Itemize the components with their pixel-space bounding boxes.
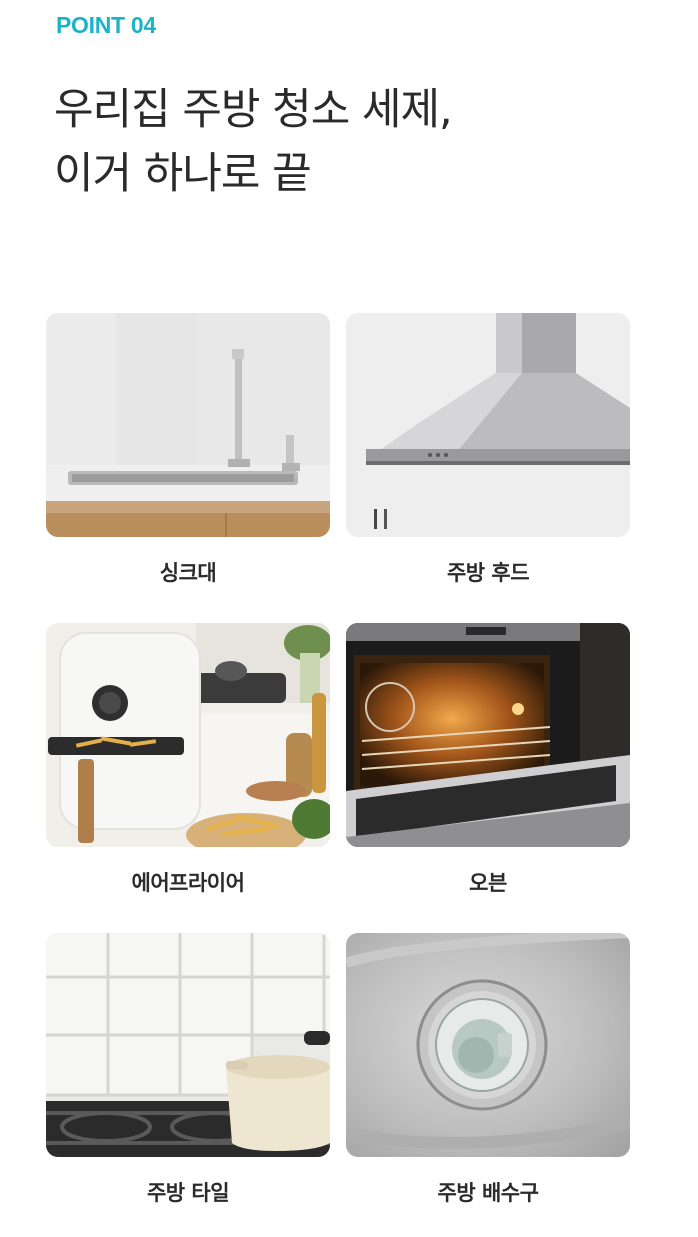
usage-label: 주방 타일 [146, 1181, 230, 1205]
kitchen-sink-photo [46, 313, 330, 537]
usage-label: 주방 후드 [446, 561, 530, 585]
usage-card-tile: 주방 타일 [46, 933, 330, 1207]
usage-label: 오븐 [469, 871, 507, 895]
range-hood-photo [346, 313, 630, 537]
usage-label: 에어프라이어 [131, 871, 245, 895]
oven-photo [346, 623, 630, 847]
usage-card-oven: 오븐 [346, 623, 630, 897]
usage-card-sink: 싱크대 [46, 313, 330, 587]
usage-card-hood: 주방 후드 [346, 313, 630, 587]
usage-label: 주방 배수구 [437, 1181, 539, 1205]
kitchen-tile-photo [46, 933, 330, 1157]
headline-line-1: 우리집 주방 청소 세제, [54, 85, 453, 135]
usage-label: 싱크대 [159, 561, 217, 585]
sink-drain-photo [346, 933, 630, 1157]
usage-card-drain: 주방 배수구 [346, 933, 630, 1207]
headline-line-2: 이거 하나로 끝 [54, 149, 312, 199]
section-eyebrow: POINT 04 [56, 12, 156, 38]
usage-card-airfryer: 에어프라이어 [46, 623, 330, 897]
air-fryer-photo [46, 623, 330, 847]
section-headline: 우리집 주방 청소 세제, 이거 하나로 끝 [54, 78, 453, 206]
